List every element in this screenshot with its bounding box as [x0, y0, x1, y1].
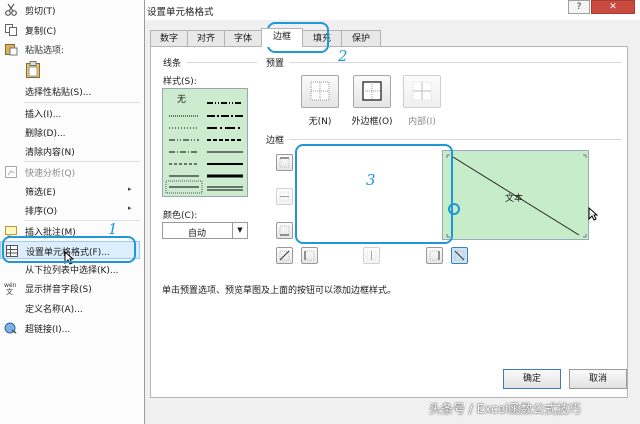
menu-item-label: 插入(I)...	[25, 110, 62, 120]
menu-item-label: 筛选(E)	[25, 188, 56, 198]
border-preview[interactable]: 文本	[442, 150, 589, 240]
presets-group-label: 预置	[266, 59, 285, 69]
menu-item-label: 删除(D)...	[25, 129, 66, 139]
border-top-icon	[279, 157, 290, 168]
preset-none-button[interactable]	[301, 75, 339, 108]
scissors-icon	[4, 3, 18, 17]
menu-item-quick-analysis: 快速分析(Q)	[0, 163, 140, 181]
ok-button[interactable]: 确定	[503, 369, 561, 389]
group-divider	[289, 139, 622, 140]
border-right-icon	[429, 250, 440, 261]
border-diagonal-down-icon	[454, 250, 465, 261]
preset-inside-label: 内部(I)	[408, 117, 436, 127]
border-middle-h-button	[276, 188, 293, 205]
menu-item-label: 复制(C)	[25, 27, 57, 37]
paste-icon	[4, 42, 18, 56]
preset-inside-icon	[412, 81, 432, 101]
dialog-title: 设置单元格格式	[147, 7, 214, 18]
preset-inside-button	[403, 75, 441, 108]
menu-item-label: 排序(O)	[25, 207, 58, 217]
menu-item-label: 超链接(I)...	[25, 325, 71, 335]
border-top-button[interactable]	[276, 154, 293, 171]
quick-analysis-icon	[4, 165, 18, 179]
color-select-value: 自动	[188, 229, 207, 239]
menu-item-label: 快速分析(Q)	[25, 169, 76, 179]
menu-item-label: 定义名称(A)...	[25, 305, 83, 315]
menu-separator	[24, 161, 140, 162]
menu-separator	[24, 220, 140, 221]
menu-item-delete[interactable]: 删除(D)...	[0, 123, 140, 141]
annotation-ring-preview	[295, 144, 453, 244]
border-middle-v-button	[363, 247, 380, 264]
border-inside-vertical-icon	[366, 250, 377, 261]
menu-item-clear-contents[interactable]: 清除内容(N)	[0, 142, 140, 160]
menu-item-hyperlink[interactable]: 超链接(I)...	[0, 319, 140, 337]
menu-item-label: 粘贴选项:	[25, 46, 65, 56]
tab-font[interactable]: 字体	[224, 30, 262, 46]
line-style-swatches	[165, 102, 243, 194]
tab-alignment[interactable]: 对齐	[187, 30, 225, 46]
submenu-arrow-icon: ▸	[128, 204, 132, 212]
preview-text: 文本	[505, 194, 524, 204]
instruction-text: 单击预置选项、预览草图及上面的按钮可以添加边框样式。	[162, 286, 397, 296]
menu-item-sort[interactable]: 排序(O) ▸	[0, 201, 140, 219]
help-button[interactable]: ?	[568, 0, 590, 14]
context-menu: 剪切(T) 复制(C) 粘贴选项: 选择性粘贴(S)... 插入(I)... 删…	[0, 0, 145, 424]
menu-item-copy[interactable]: 复制(C)	[0, 21, 140, 39]
annotation-number-1: 1	[108, 220, 118, 238]
border-left-button[interactable]	[301, 247, 318, 264]
menu-item-define-name[interactable]: 定义名称(A)...	[0, 299, 140, 317]
annotation-number-3: 3	[366, 171, 376, 189]
menu-item-show-phonetic[interactable]: wén 文 显示拼音字段(S)	[0, 279, 140, 297]
annotation-number-2: 2	[338, 47, 348, 65]
submenu-arrow-icon: ▸	[128, 185, 132, 193]
menu-item-label: 剪切(T)	[25, 7, 56, 17]
border-bottom-button[interactable]	[276, 222, 293, 239]
cancel-button[interactable]: 取消	[569, 369, 627, 389]
border-group-label: 边框	[266, 136, 285, 146]
menu-item-label: 显示拼音字段(S)	[25, 285, 92, 295]
preset-none-icon	[310, 81, 330, 101]
tab-number[interactable]: 数字	[150, 30, 188, 46]
border-right-button[interactable]	[426, 247, 443, 264]
menu-item-filter[interactable]: 筛选(E) ▸	[0, 182, 140, 200]
line-group-label: 线条	[163, 59, 182, 69]
group-divider	[187, 62, 257, 63]
border-bottom-icon	[279, 225, 290, 236]
chevron-down-icon[interactable]: ▼	[232, 223, 247, 238]
tab-protection[interactable]: 保护	[341, 30, 381, 46]
line-style-list[interactable]: 无	[162, 88, 248, 197]
annotation-ring-format-cells	[2, 236, 136, 263]
copy-icon	[4, 23, 18, 37]
menu-item-cut[interactable]: 剪切(T)	[0, 1, 140, 19]
menu-item-label: 清除内容(N)	[25, 148, 75, 158]
color-label: 颜色(C):	[163, 211, 198, 221]
annotation-click-marker	[448, 203, 460, 215]
close-button[interactable]: ✕	[591, 0, 635, 14]
svg-text:文: 文	[6, 287, 13, 295]
style-label: 样式(S):	[163, 77, 197, 87]
mouse-cursor-icon	[588, 206, 599, 224]
menu-item-insert[interactable]: 插入(I)...	[0, 104, 140, 122]
color-select[interactable]: 自动 ▼	[162, 222, 248, 239]
border-left-icon	[304, 250, 315, 261]
paste-clipboard-icon[interactable]	[25, 61, 41, 79]
menu-item-label: 选择性粘贴(S)...	[25, 88, 92, 98]
tab-strip: 数字 对齐 字体 边框 填充 保护	[150, 28, 630, 47]
dialog-titlebar[interactable]: 设置单元格格式 ? ✕	[145, 0, 640, 20]
border-diagonal-up-button[interactable]	[276, 247, 293, 264]
phonetic-icon: wén 文	[4, 281, 18, 296]
border-inside-horizontal-icon	[279, 191, 290, 202]
hyperlink-icon	[4, 321, 18, 335]
menu-item-paste-special[interactable]: 选择性粘贴(S)...	[0, 82, 140, 100]
menu-separator	[24, 102, 140, 103]
preset-outline-icon	[362, 81, 382, 101]
tab-border[interactable]: 边框	[261, 28, 303, 47]
preset-none-label: 无(N)	[308, 117, 332, 127]
menu-item-paste-options: 粘贴选项:	[0, 40, 140, 58]
watermark-text: 头条号 / Excel函数公式技巧	[429, 402, 581, 416]
border-diagonal-down-button[interactable]	[451, 247, 468, 264]
border-diagonal-up-icon	[279, 250, 290, 261]
preset-outline-button[interactable]	[353, 75, 391, 108]
